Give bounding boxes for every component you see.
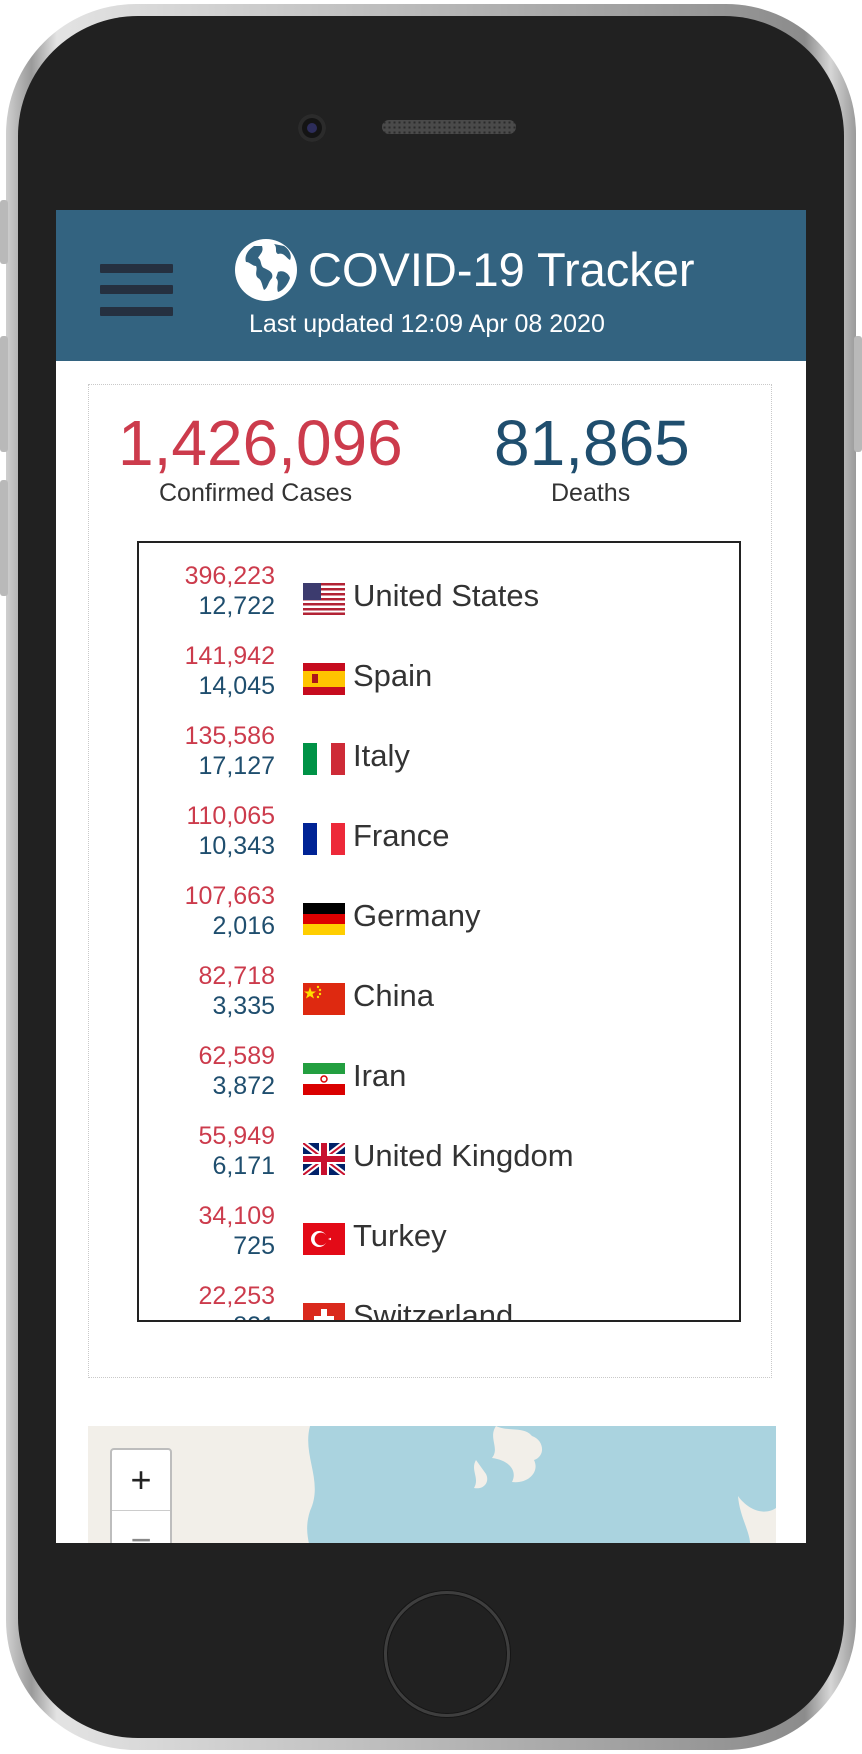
front-camera: [298, 114, 326, 142]
country-name: France: [353, 818, 450, 853]
app-title: COVID-19 Tracker: [308, 243, 695, 296]
earpiece-speaker: [382, 120, 516, 134]
globe-icon: [235, 239, 297, 301]
country-deaths: 725: [233, 1232, 275, 1260]
deaths-label: Deaths: [551, 479, 631, 507]
country-confirmed: 135,586: [184, 722, 275, 750]
china-flag-icon: [303, 983, 345, 1015]
france-flag-icon: [303, 823, 345, 855]
volume-up-button: [0, 336, 8, 452]
germany-flag-icon: [303, 903, 345, 935]
uk-flag-icon: [303, 1143, 345, 1175]
home-button[interactable]: [384, 1591, 510, 1717]
list-item[interactable]: 141,942 14,045 Spain: [139, 641, 739, 721]
list-item[interactable]: 22,253 821 Switzerland: [139, 1281, 739, 1322]
country-confirmed: 396,223: [184, 562, 275, 590]
zoom-out-button[interactable]: −: [112, 1510, 170, 1543]
italy-flag-icon: [303, 743, 345, 775]
list-item[interactable]: 82,718 3,335 China: [139, 961, 739, 1041]
country-deaths: 10,343: [198, 832, 275, 860]
app-header: COVID-19 Tracker Last updated 12:09 Apr …: [56, 210, 806, 361]
zoom-control: + −: [110, 1448, 172, 1543]
list-item[interactable]: 107,663 2,016 Germany: [139, 881, 739, 961]
mute-switch: [0, 200, 8, 264]
us-flag-icon: [303, 583, 345, 615]
country-name: Italy: [353, 738, 410, 773]
hamburger-menu-icon[interactable]: [100, 254, 173, 317]
country-confirmed: 141,942: [184, 642, 275, 670]
country-deaths: 12,722: [198, 592, 275, 620]
world-map[interactable]: + −: [88, 1426, 776, 1543]
country-name: United Kingdom: [353, 1138, 574, 1173]
country-confirmed: 110,065: [186, 802, 275, 830]
country-deaths: 17,127: [198, 752, 275, 780]
zoom-in-button[interactable]: +: [112, 1450, 170, 1511]
confirmed-total: 1,426,096: [118, 407, 403, 479]
country-name: United States: [353, 578, 540, 613]
country-deaths: 3,335: [212, 992, 275, 1020]
confirmed-label: Confirmed Cases: [159, 479, 353, 507]
power-button: [854, 336, 862, 452]
spain-flag-icon: [303, 663, 345, 695]
country-confirmed: 107,663: [184, 882, 275, 910]
country-name: Turkey: [353, 1218, 447, 1253]
country-name: China: [353, 978, 434, 1013]
country-name: Iran: [353, 1058, 407, 1093]
list-item[interactable]: 135,586 17,127 Italy: [139, 721, 739, 801]
country-confirmed: 22,253: [198, 1282, 275, 1310]
turkey-flag-icon: [303, 1223, 345, 1255]
country-name: Switzerland: [353, 1298, 514, 1322]
country-name: Spain: [353, 658, 433, 693]
country-confirmed: 34,109: [198, 1202, 275, 1230]
country-deaths: 3,872: [212, 1072, 275, 1100]
country-confirmed: 82,718: [198, 962, 275, 990]
country-list[interactable]: 396,223 12,722 United States 141,942 14,…: [137, 541, 741, 1322]
list-item[interactable]: 55,949 6,171 United Kingdom: [139, 1121, 739, 1201]
list-item[interactable]: 396,223 12,722 United States: [139, 561, 739, 641]
switzerland-flag-icon: [303, 1303, 345, 1320]
country-deaths: 14,045: [198, 672, 275, 700]
country-deaths: 2,016: [212, 912, 275, 940]
list-item[interactable]: 62,589 3,872 Iran: [139, 1041, 739, 1121]
country-confirmed: 55,949: [198, 1122, 275, 1150]
deaths-total: 81,865: [494, 407, 690, 479]
volume-down-button: [0, 480, 8, 596]
list-item[interactable]: 110,065 10,343 France: [139, 801, 739, 881]
country-deaths: 821: [233, 1311, 275, 1320]
iran-flag-icon: [303, 1063, 345, 1095]
map-tiles: [88, 1426, 776, 1543]
list-item[interactable]: 34,109 725 Turkey: [139, 1201, 739, 1281]
country-confirmed: 62,589: [198, 1042, 275, 1070]
country-name: Germany: [353, 898, 481, 933]
country-deaths: 6,171: [212, 1152, 275, 1180]
app-screen: COVID-19 Tracker Last updated 12:09 Apr …: [56, 210, 806, 1543]
last-updated-text: Last updated 12:09 Apr 08 2020: [249, 310, 605, 338]
